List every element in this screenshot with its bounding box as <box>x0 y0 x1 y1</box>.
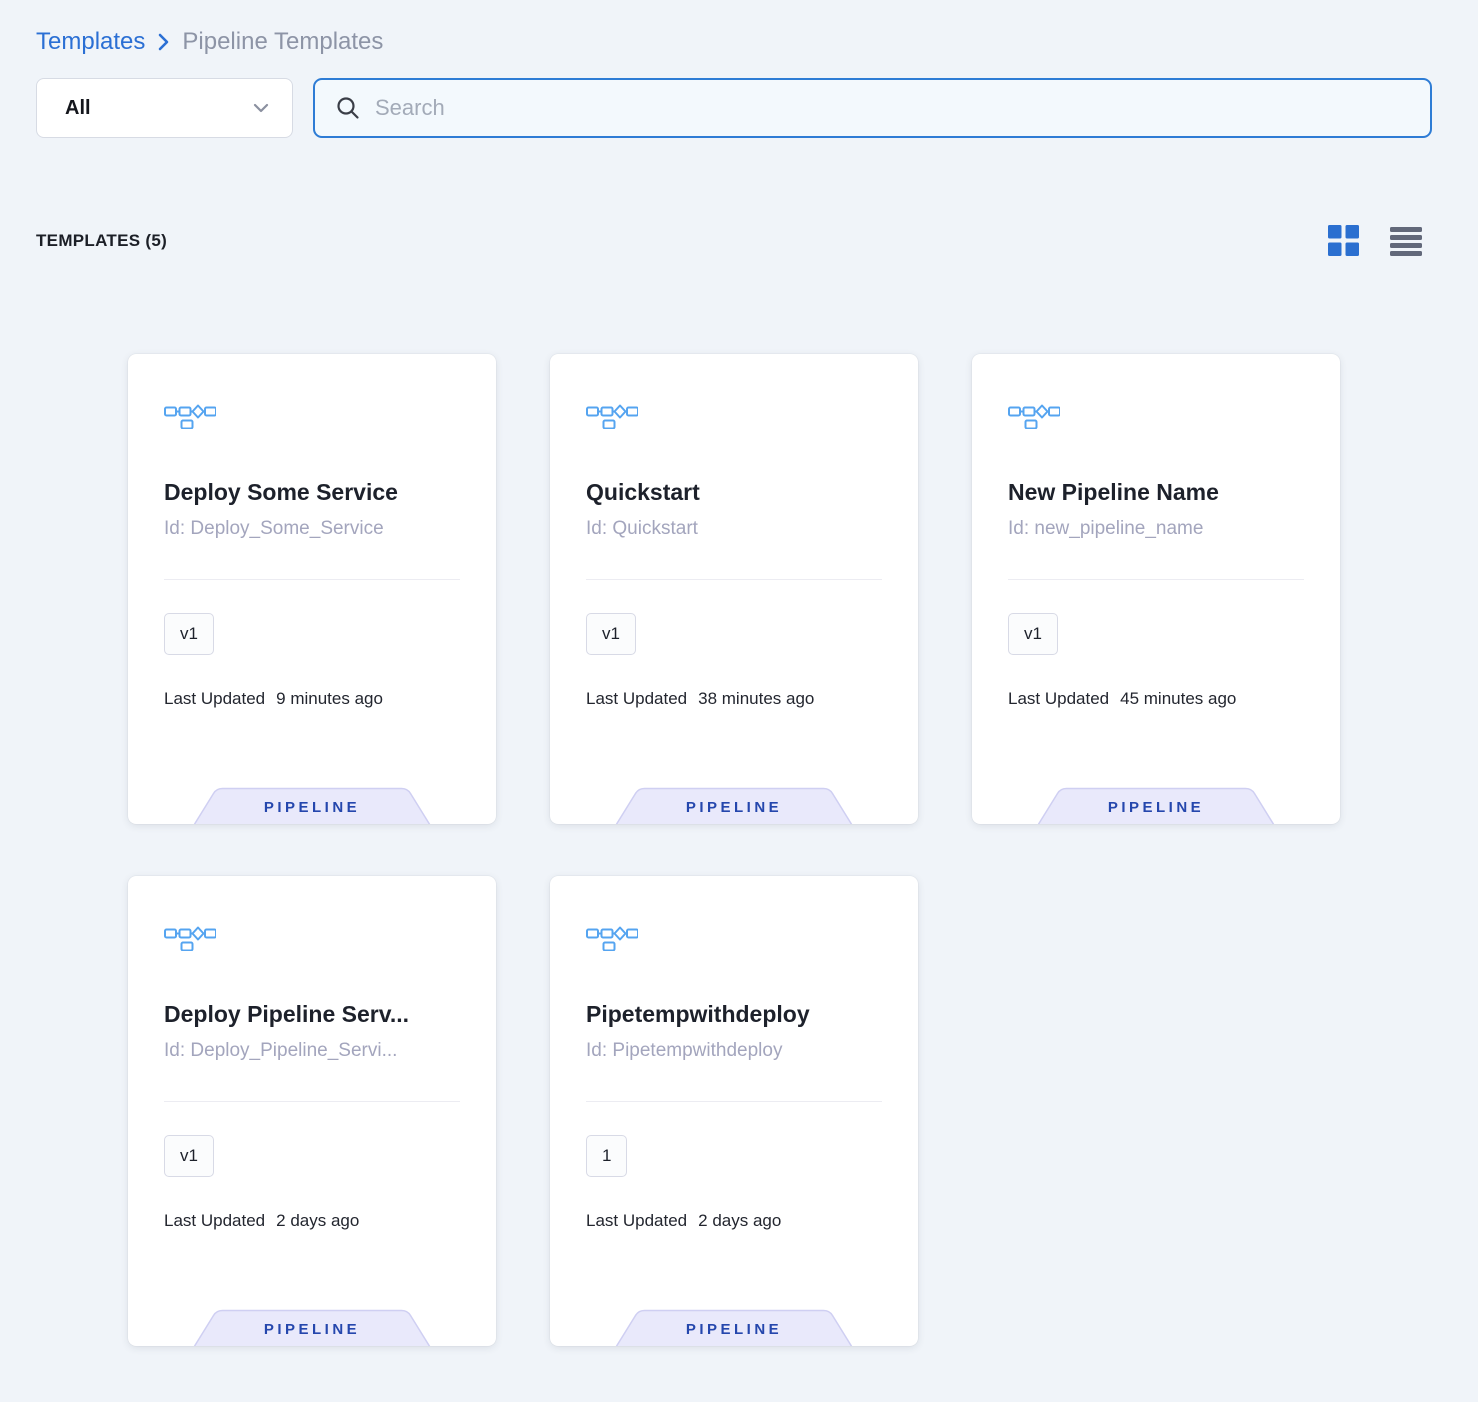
grid-view-button[interactable] <box>1328 225 1359 256</box>
last-updated-label: Last Updated <box>164 689 265 709</box>
version-badge[interactable]: 1 <box>586 1135 627 1177</box>
template-card[interactable]: Quickstart Id: Quickstart v1 Last Update… <box>550 354 918 824</box>
breadcrumb-current-page: Pipeline Templates <box>182 28 383 56</box>
search-box <box>313 78 1432 138</box>
last-updated-label: Last Updated <box>586 689 687 709</box>
chevron-right-icon <box>157 32 170 52</box>
version-badge[interactable]: v1 <box>164 1135 214 1177</box>
list-view-icon <box>1390 226 1422 256</box>
last-updated-value: 2 days ago <box>276 1211 359 1231</box>
template-type-dropdown-value: All <box>65 97 91 120</box>
template-card[interactable]: New Pipeline Name Id: new_pipeline_name … <box>972 354 1340 824</box>
last-updated-value: 2 days ago <box>698 1211 781 1231</box>
template-title: Deploy Some Service <box>164 478 460 506</box>
pipeline-type-badge: PIPELINE <box>613 784 855 824</box>
pipeline-type-badge: PIPELINE <box>613 1306 855 1346</box>
pipeline-type-badge-label: PIPELINE <box>613 1321 855 1338</box>
last-updated-label: Last Updated <box>586 1211 687 1231</box>
card-divider <box>164 1101 460 1102</box>
pipeline-type-badge-label: PIPELINE <box>191 1321 433 1338</box>
pipeline-diagram-icon <box>586 924 882 951</box>
card-divider <box>1008 579 1304 580</box>
card-divider <box>164 579 460 580</box>
last-updated-row: Last Updated 2 days ago <box>586 1211 882 1231</box>
search-input[interactable] <box>375 95 1414 121</box>
template-id: Id: Quickstart <box>586 516 882 542</box>
pipeline-diagram-icon <box>586 402 882 429</box>
version-badge[interactable]: v1 <box>164 613 214 655</box>
view-toggles <box>1328 225 1422 256</box>
last-updated-value: 9 minutes ago <box>276 689 383 709</box>
templates-grid: Deploy Some Service Id: Deploy_Some_Serv… <box>36 354 1432 1346</box>
template-card[interactable]: Pipetempwithdeploy Id: Pipetempwithdeplo… <box>550 876 918 1346</box>
template-id: Id: new_pipeline_name <box>1008 516 1304 542</box>
version-badge[interactable]: v1 <box>586 613 636 655</box>
last-updated-row: Last Updated 38 minutes ago <box>586 689 882 709</box>
last-updated-row: Last Updated 9 minutes ago <box>164 689 460 709</box>
template-title: Deploy Pipeline Serv... <box>164 1000 460 1028</box>
pipeline-diagram-icon <box>164 402 460 429</box>
template-title: New Pipeline Name <box>1008 478 1304 506</box>
pipeline-type-badge-label: PIPELINE <box>1035 799 1277 816</box>
pipeline-type-badge-label: PIPELINE <box>191 799 433 816</box>
breadcrumb-link-templates[interactable]: Templates <box>36 28 145 56</box>
pipeline-diagram-icon <box>1008 402 1304 429</box>
template-title: Quickstart <box>586 478 882 506</box>
card-divider <box>586 1101 882 1102</box>
list-view-button[interactable] <box>1390 226 1422 256</box>
template-card[interactable]: Deploy Pipeline Serv... Id: Deploy_Pipel… <box>128 876 496 1346</box>
last-updated-value: 38 minutes ago <box>698 689 814 709</box>
last-updated-row: Last Updated 2 days ago <box>164 1211 460 1231</box>
pipeline-type-badge-label: PIPELINE <box>613 799 855 816</box>
breadcrumb: Templates Pipeline Templates <box>36 28 1432 56</box>
templates-section-header: TEMPLATES (5) <box>36 225 1432 256</box>
template-id: Id: Pipetempwithdeploy <box>586 1038 882 1064</box>
last-updated-value: 45 minutes ago <box>1120 689 1236 709</box>
pipeline-type-badge: PIPELINE <box>191 1306 433 1346</box>
templates-count-heading: TEMPLATES (5) <box>36 231 167 251</box>
pipeline-templates-page: Templates Pipeline Templates All TEMPLAT… <box>0 0 1478 1402</box>
last-updated-label: Last Updated <box>164 1211 265 1231</box>
version-badge[interactable]: v1 <box>1008 613 1058 655</box>
pipeline-type-badge: PIPELINE <box>1035 784 1277 824</box>
search-icon <box>335 95 361 121</box>
last-updated-row: Last Updated 45 minutes ago <box>1008 689 1304 709</box>
template-id: Id: Deploy_Pipeline_Servi... <box>164 1038 460 1064</box>
pipeline-type-badge: PIPELINE <box>191 784 433 824</box>
grid-view-icon <box>1328 225 1359 256</box>
template-id: Id: Deploy_Some_Service <box>164 516 460 542</box>
template-card[interactable]: Deploy Some Service Id: Deploy_Some_Serv… <box>128 354 496 824</box>
last-updated-label: Last Updated <box>1008 689 1109 709</box>
card-divider <box>586 579 882 580</box>
filter-row: All <box>36 78 1432 138</box>
template-type-dropdown[interactable]: All <box>36 78 293 138</box>
template-title: Pipetempwithdeploy <box>586 1000 882 1028</box>
pipeline-diagram-icon <box>164 924 460 951</box>
chevron-down-icon <box>252 102 270 114</box>
